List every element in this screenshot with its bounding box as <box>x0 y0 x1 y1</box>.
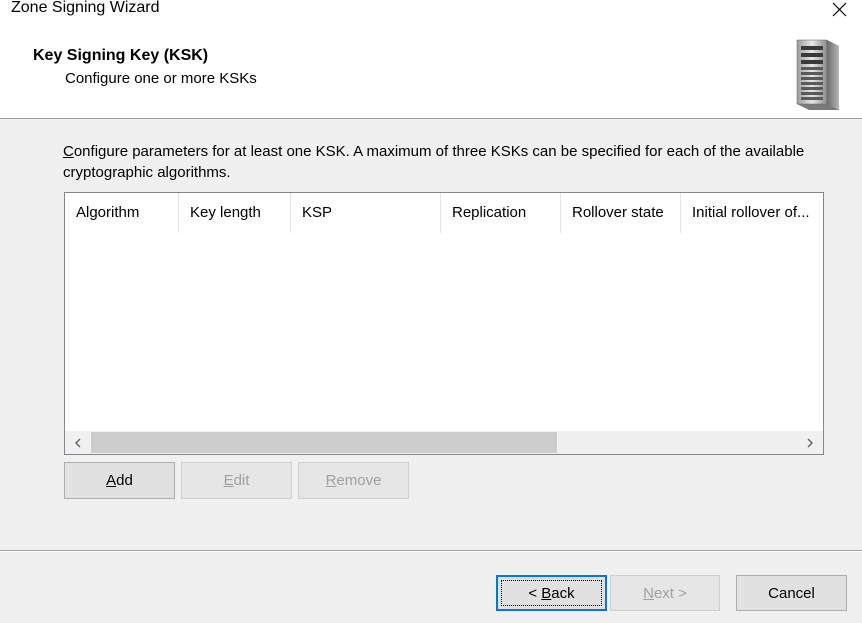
wizard-header: Key Signing Key (KSK) Configure one or m… <box>0 20 862 119</box>
wizard-window: Zone Signing Wizard Key Signing Key (KSK… <box>0 0 862 623</box>
edit-label: dit <box>233 472 250 489</box>
horizontal-scrollbar[interactable] <box>65 431 823 454</box>
edit-button[interactable]: Edit <box>181 462 292 499</box>
add-label: dd <box>116 472 133 489</box>
page-subtitle: Configure one or more KSKs <box>65 70 257 87</box>
remove-mnemonic: R <box>325 472 337 489</box>
scroll-left-button[interactable] <box>65 431 91 454</box>
add-button[interactable]: Add <box>64 462 175 499</box>
instructions-text: Configure parameters for at least one KS… <box>63 141 823 183</box>
next-label: ext > <box>653 584 687 602</box>
column-rollover-state[interactable]: Rollover state <box>561 193 681 233</box>
add-mnemonic: A <box>106 472 117 489</box>
focus-rectangle <box>501 580 602 606</box>
close-button[interactable] <box>816 0 862 20</box>
title-bar: Zone Signing Wizard <box>0 0 862 20</box>
next-button[interactable]: Next > <box>610 575 720 611</box>
column-algorithm[interactable]: Algorithm <box>65 193 179 233</box>
scroll-thumb[interactable] <box>91 432 557 453</box>
close-icon <box>832 2 847 17</box>
cancel-label: Cancel <box>768 584 815 602</box>
ksk-list[interactable]: Algorithm Key length KSP Replication Rol… <box>64 192 824 455</box>
cancel-button[interactable]: Cancel <box>736 575 847 611</box>
page-title: Key Signing Key (KSK) <box>33 47 209 64</box>
column-ksp[interactable]: KSP <box>291 193 441 233</box>
column-replication[interactable]: Replication <box>441 193 561 233</box>
server-icon <box>796 39 839 110</box>
instructions-mnemonic: C <box>63 143 74 160</box>
remove-button[interactable]: Remove <box>298 462 409 499</box>
window-title: Zone Signing Wizard <box>11 0 160 16</box>
chevron-left-icon <box>75 438 81 447</box>
remove-label: emove <box>336 472 382 489</box>
instructions-body: onfigure parameters for at least one KSK… <box>63 143 805 181</box>
chevron-right-icon <box>807 438 813 447</box>
footer-divider-highlight <box>0 551 862 552</box>
list-header: Algorithm Key length KSP Replication Rol… <box>65 193 823 233</box>
column-initial-rollover[interactable]: Initial rollover of... <box>681 193 823 233</box>
scroll-right-button[interactable] <box>797 431 823 454</box>
column-key-length[interactable]: Key length <box>179 193 291 233</box>
next-mnemonic: N <box>643 584 654 602</box>
back-button[interactable]: < Back <box>496 575 607 611</box>
edit-mnemonic: E <box>223 472 234 489</box>
